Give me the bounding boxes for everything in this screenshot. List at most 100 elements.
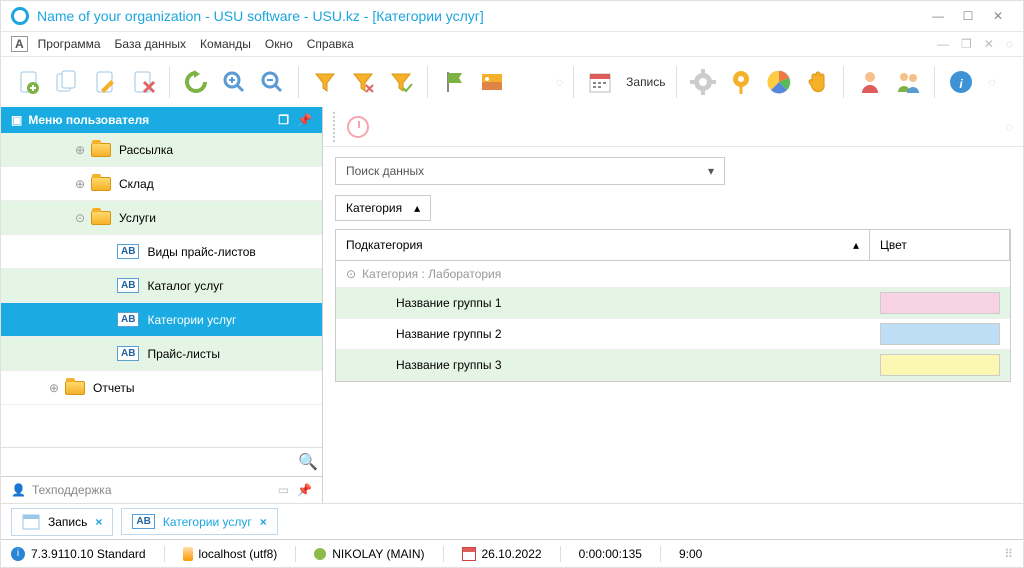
tree-item-label: Прайс-листы: [147, 347, 220, 361]
chevron-up-icon: ▴: [414, 201, 420, 215]
cell-color: [880, 323, 1000, 345]
titlebar: Name of your organization - USU software…: [1, 1, 1023, 31]
cell-color: [880, 292, 1000, 314]
expand-icon[interactable]: ⊙: [73, 211, 87, 225]
cell-name: Название группы 2: [336, 319, 870, 349]
menu-window[interactable]: Окно: [265, 37, 293, 51]
menu-commands[interactable]: Команды: [200, 37, 251, 51]
tab-categories[interactable]: AB Категории услуг ×: [121, 508, 277, 535]
expand-icon[interactable]: ⊕: [73, 177, 87, 191]
menubar: A Программа База данных Команды Окно Спр…: [1, 31, 1023, 57]
content-head-btn[interactable]: ◌: [1006, 120, 1013, 134]
sidebar-window-icon[interactable]: ❐: [278, 113, 289, 127]
tree-item[interactable]: ABКаталог услуг: [1, 269, 322, 303]
copy-doc-icon[interactable]: [51, 66, 83, 98]
image-icon[interactable]: [476, 66, 508, 98]
expand-icon[interactable]: ⊕: [47, 381, 61, 395]
support-window-icon[interactable]: ▭: [278, 483, 289, 497]
app-icon: [11, 7, 29, 25]
status-host: localhost (utf8): [199, 547, 278, 561]
mdi-close-icon[interactable]: ✕: [984, 37, 994, 51]
sidebar-pin-icon[interactable]: 📌: [297, 113, 312, 127]
tree-item-label: Отчеты: [93, 381, 134, 395]
record-label[interactable]: Запись: [626, 75, 665, 89]
menu-database[interactable]: База данных: [115, 37, 186, 51]
menu-program[interactable]: Программа: [38, 37, 101, 51]
tab-close-icon[interactable]: ×: [95, 515, 102, 529]
menu-help[interactable]: Справка: [307, 37, 354, 51]
minimize-button[interactable]: —: [923, 6, 953, 26]
zoom-in-icon[interactable]: [218, 66, 250, 98]
close-button[interactable]: ✕: [983, 6, 1013, 26]
col-color[interactable]: Цвет: [870, 230, 1010, 260]
calendar-icon[interactable]: [584, 66, 616, 98]
grid-group-row[interactable]: ⊙ Категория : Лаборатория: [336, 261, 1010, 288]
cell-name: Название группы 3: [336, 350, 870, 380]
tree-item-label: Услуги: [119, 211, 156, 225]
toolbar-sep-icon: ◌: [556, 75, 563, 89]
tree-item[interactable]: ⊕ Склад: [1, 167, 322, 201]
filter-ok-icon[interactable]: [385, 66, 417, 98]
cell-name: Название группы 1: [336, 288, 870, 318]
group-chip[interactable]: Категория ▴: [335, 195, 431, 221]
expand-icon[interactable]: ⊕: [73, 143, 87, 157]
content: ◌ Поиск данных ▾ Категория ▴ Подкатегори…: [323, 107, 1023, 503]
refresh-icon[interactable]: [180, 66, 212, 98]
cal-icon: [462, 547, 476, 561]
status-extra: 9:00: [679, 547, 702, 561]
tab-record[interactable]: Запись ×: [11, 508, 113, 536]
status-grip-icon[interactable]: ⠿: [1004, 547, 1013, 561]
status-version: 7.3.9110.10 Standard: [31, 547, 146, 561]
tree-item[interactable]: ⊕ Рассылка: [1, 133, 322, 167]
mdi-restore-icon[interactable]: ❐: [961, 37, 972, 51]
gear-icon[interactable]: [687, 66, 719, 98]
tree-item[interactable]: ABВиды прайс-листов: [1, 235, 322, 269]
users-icon[interactable]: [892, 66, 924, 98]
maximize-button[interactable]: ☐: [953, 6, 983, 26]
color-icon[interactable]: [763, 66, 795, 98]
grid-row[interactable]: Название группы 1: [336, 288, 1010, 319]
filter-icon[interactable]: [309, 66, 341, 98]
info-dot-icon: i: [11, 547, 25, 561]
search-icon[interactable]: 🔍: [298, 454, 318, 471]
user-icon[interactable]: [854, 66, 886, 98]
support-label[interactable]: Техподдержка: [32, 483, 112, 497]
hand-icon[interactable]: [801, 66, 833, 98]
mdi-minimize-icon[interactable]: —: [937, 37, 949, 51]
tree-item[interactable]: ABПрайс-листы: [1, 337, 322, 371]
user-dot-icon: [314, 548, 326, 560]
tree: ⊕ Рассылка ⊕ Склад ⊙ Услуги ABВиды прайс-листо…: [1, 133, 322, 447]
edit-doc-icon[interactable]: [89, 66, 121, 98]
grid-row[interactable]: Название группы 2: [336, 319, 1010, 350]
status-bar: i7.3.9110.10 Standard localhost (utf8) N…: [1, 539, 1023, 567]
db-icon: [183, 547, 193, 561]
clock-icon[interactable]: [347, 116, 369, 138]
filter-remove-icon[interactable]: [347, 66, 379, 98]
tab-close-icon[interactable]: ×: [260, 515, 267, 529]
tree-item[interactable]: ABКатегории услуг: [1, 303, 322, 337]
pin-icon[interactable]: [725, 66, 757, 98]
zoom-out-icon[interactable]: [256, 66, 288, 98]
window-title: Name of your organization - USU software…: [37, 8, 923, 24]
tree-item-label: Виды прайс-листов: [147, 245, 255, 259]
support-bar: 👤 Техподдержка ▭ 📌: [1, 476, 322, 503]
cell-color: [880, 354, 1000, 376]
col-subcategory[interactable]: Подкатегория▴: [336, 230, 870, 260]
new-doc-icon[interactable]: [13, 66, 45, 98]
sidebar: ▣ Меню пользователя ❐ 📌 ⊕Рассылка⊕Склад⊙…: [1, 107, 323, 503]
tree-item[interactable]: ⊙ Услуги: [1, 201, 322, 235]
data-grid: Подкатегория▴ Цвет ⊙ Категория : Лаборат…: [335, 229, 1011, 382]
grid-row[interactable]: Название группы 3: [336, 350, 1010, 381]
flag-icon[interactable]: [438, 66, 470, 98]
collapse-icon[interactable]: ⊙: [346, 267, 356, 281]
info-icon[interactable]: i: [945, 66, 977, 98]
mdi-help-icon[interactable]: ◌: [1006, 37, 1013, 51]
tree-item-label: Рассылка: [119, 143, 173, 157]
tree-item[interactable]: ⊕ Отчеты: [1, 371, 322, 405]
search-dropdown[interactable]: Поиск данных ▾: [335, 157, 725, 185]
tree-item-label: Каталог услуг: [147, 279, 223, 293]
delete-doc-icon[interactable]: [127, 66, 159, 98]
status-date: 26.10.2022: [482, 547, 542, 561]
support-pin-icon[interactable]: 📌: [297, 483, 312, 497]
tree-item-label: Склад: [119, 177, 154, 191]
